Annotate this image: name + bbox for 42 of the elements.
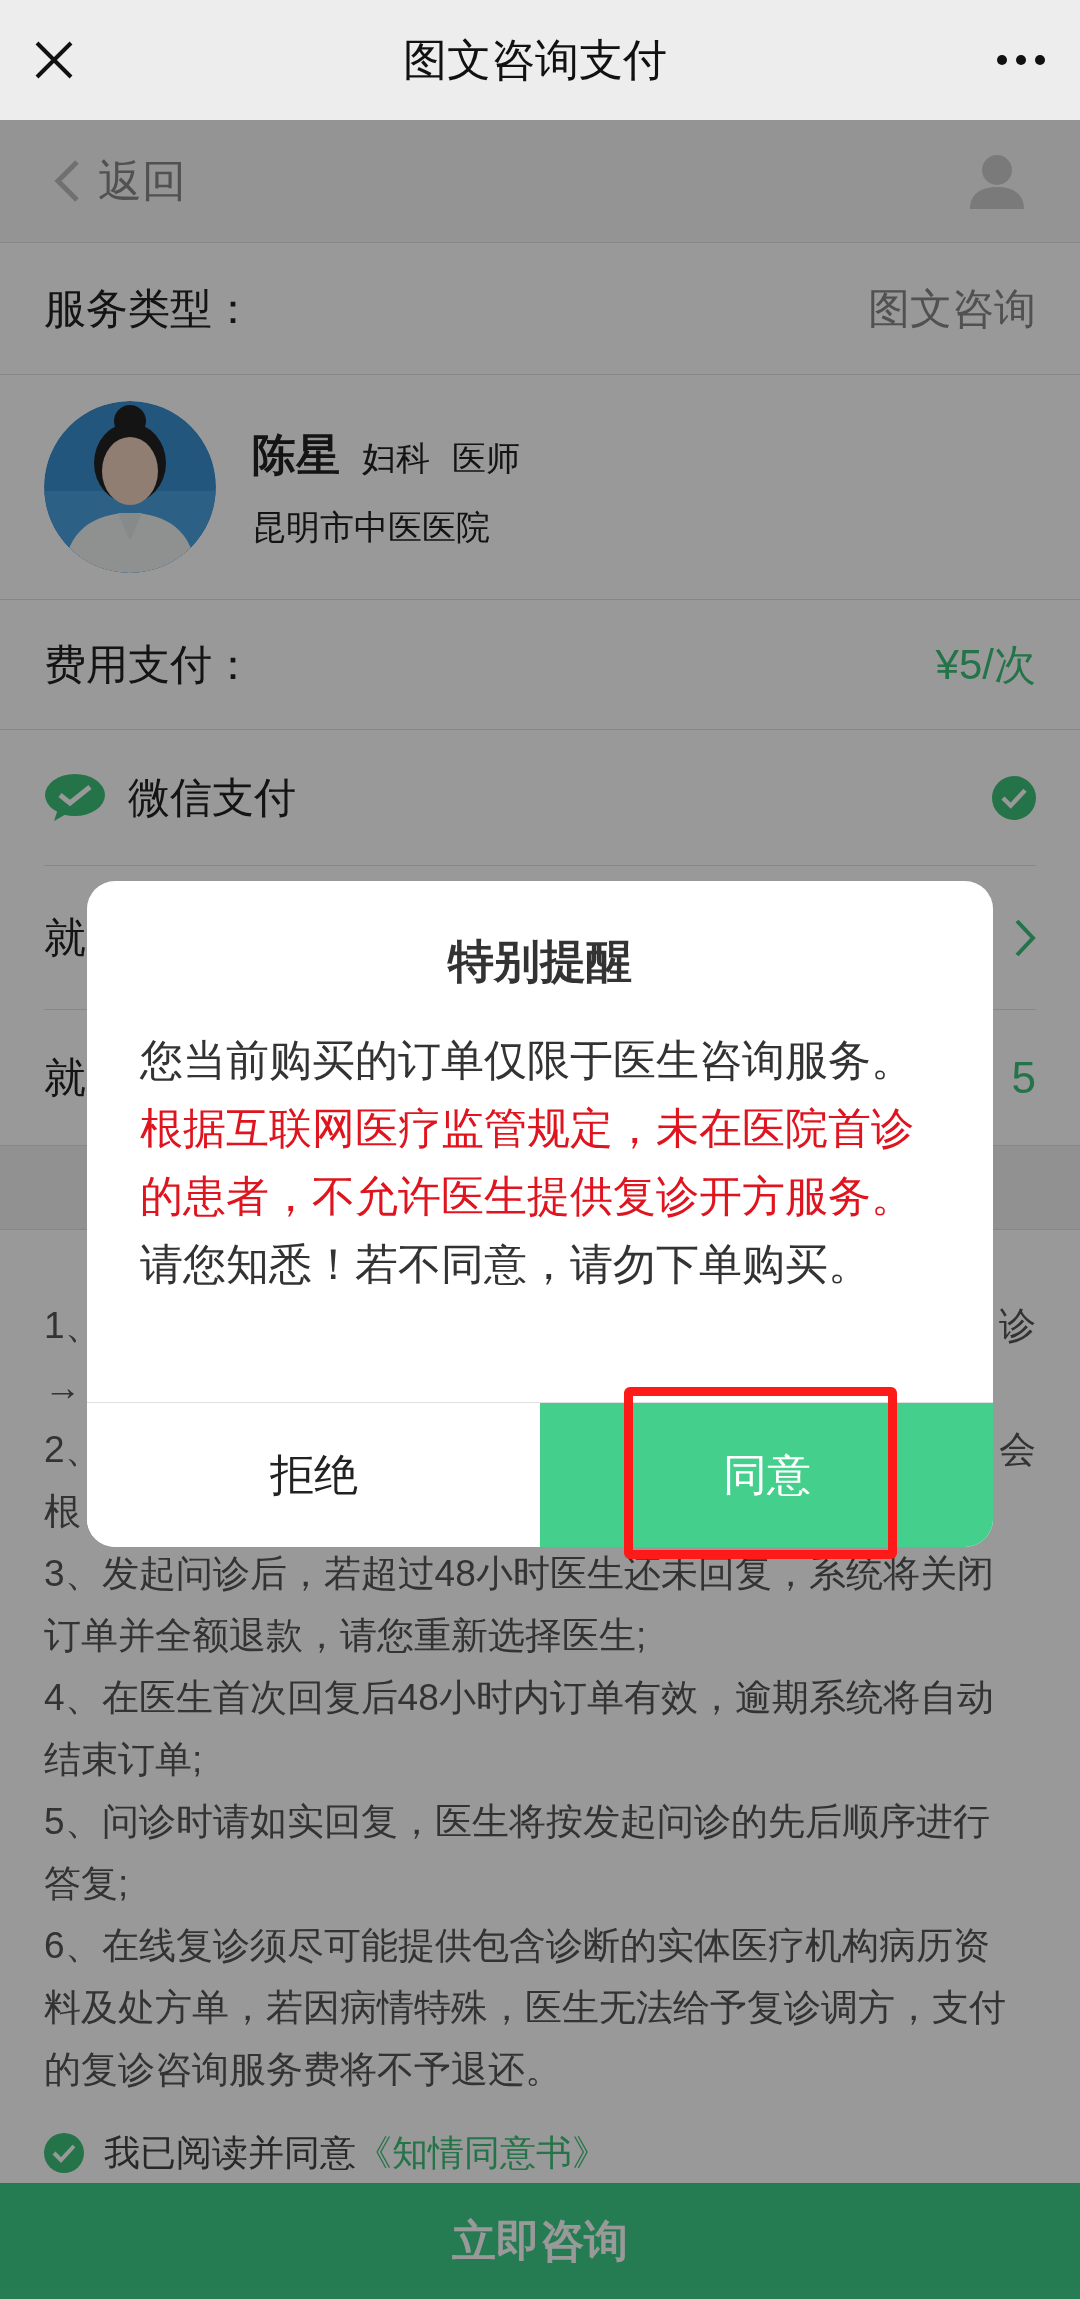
agreement-text: 我已阅读并同意 bbox=[104, 2132, 356, 2173]
window-title: 图文咨询支付 bbox=[403, 34, 667, 86]
dialog-text: 请您知悉！若不同意，请勿下单购买。 bbox=[140, 1239, 872, 1290]
fee-label: 费用支付： bbox=[44, 640, 254, 690]
back-button[interactable]: 返回 bbox=[54, 148, 186, 214]
note-text: 料及处方单，若因病情特殊，医生无法给予复诊调方，支付 bbox=[44, 1986, 1006, 2031]
payment-option[interactable]: 微信支付 bbox=[0, 730, 1080, 865]
row-value: 5 bbox=[1011, 1051, 1036, 1104]
user-icon[interactable] bbox=[968, 153, 1026, 209]
close-icon[interactable] bbox=[34, 40, 74, 80]
note-text: → bbox=[44, 1366, 81, 1411]
note-text: 5、问诊时请如实回复，医生将按发起问诊的先后顺序进行 bbox=[44, 1800, 990, 1845]
note-text: 6、在线复诊须尽可能提供包含诊断的实体医疗机构病历资 bbox=[44, 1924, 990, 1969]
hospital-name: 昆明市中医医院 bbox=[252, 506, 491, 548]
chevron-right-icon[interactable] bbox=[1014, 917, 1036, 958]
more-icon[interactable] bbox=[996, 54, 1046, 66]
note-text: 结束订单; bbox=[44, 1738, 203, 1783]
fee-value: ¥5/次 bbox=[935, 640, 1036, 690]
service-type-label: 服务类型： bbox=[44, 284, 254, 334]
consult-button[interactable]: 立即咨询 bbox=[0, 2183, 1080, 2299]
checkbox[interactable] bbox=[44, 2133, 84, 2173]
service-type-value: 图文咨询 bbox=[868, 284, 1036, 334]
note-text: 答复; bbox=[44, 1862, 129, 1907]
note-text: 会 bbox=[999, 1428, 1036, 1473]
row-label: 就 bbox=[44, 1053, 86, 1103]
dialog-title: 特别提醒 bbox=[448, 934, 632, 989]
agree-button[interactable]: 同意 bbox=[540, 1403, 993, 1547]
consent-link[interactable]: 《知情同意书》 bbox=[356, 2132, 608, 2173]
back-icon bbox=[54, 159, 80, 203]
dialog-text: 您当前购买的订单仅限于医生咨询服务。 bbox=[140, 1035, 915, 1086]
warning-text: 根据互联网医疗监管规定，未在医院首诊的患者，不允许医生提供复诊开方服务。 bbox=[140, 1103, 915, 1222]
note-text: 根 bbox=[44, 1490, 81, 1535]
note-text: 4、在医生首次回复后48小时内订单有效，逾期系统将自动 bbox=[44, 1676, 994, 1721]
note-text: 订单并全额退款，请您重新选择医生; bbox=[44, 1614, 647, 1659]
doctor-department: 妇科 bbox=[362, 437, 430, 479]
doctor-title: 医师 bbox=[452, 437, 520, 479]
note-text: 1、 bbox=[44, 1304, 102, 1349]
note-text: 的复诊咨询服务费将不予退还。 bbox=[44, 2048, 562, 2093]
doctor-name: 陈星 bbox=[252, 428, 340, 481]
note-text: 诊 bbox=[999, 1304, 1036, 1349]
chat-bubble-icon bbox=[44, 772, 106, 823]
row-label: 就 bbox=[44, 913, 86, 963]
